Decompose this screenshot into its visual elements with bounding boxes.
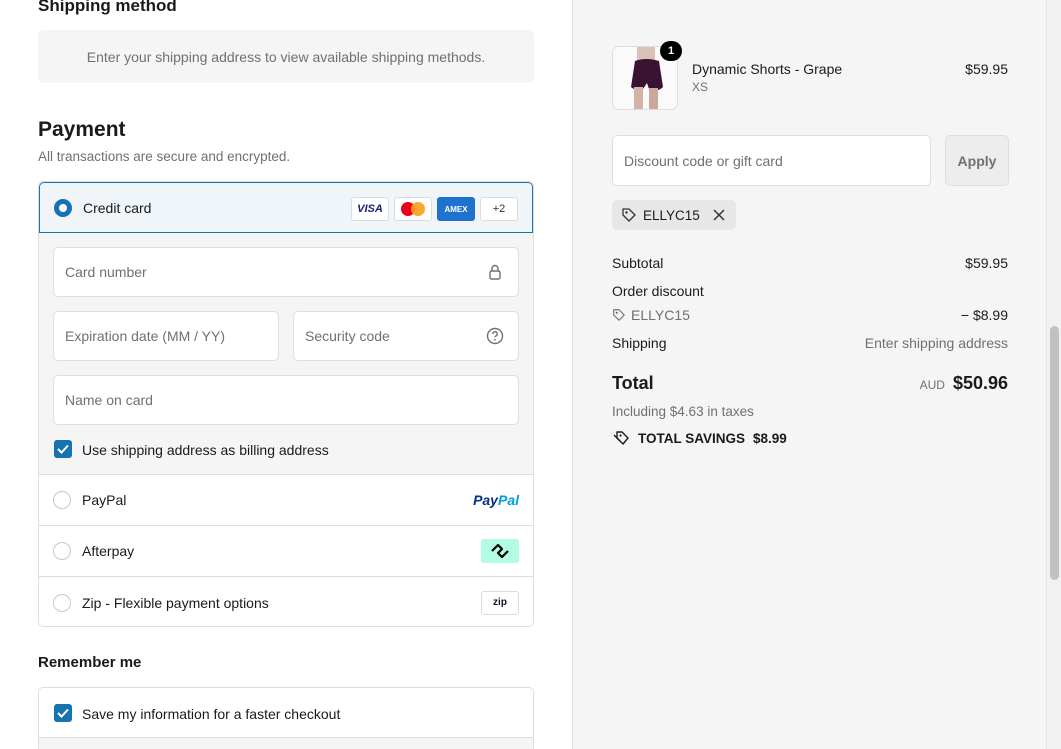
afterpay-logo-icon — [481, 539, 519, 563]
remove-discount-icon[interactable] — [712, 208, 726, 222]
zip-radio[interactable] — [53, 593, 71, 612]
taxes-note: Including $4.63 in taxes — [612, 404, 754, 419]
product-name: Dynamic Shorts - Grape — [692, 61, 843, 77]
billing-address-checkbox[interactable] — [54, 440, 72, 458]
shipping-label: Shipping — [612, 335, 667, 351]
help-icon[interactable] — [486, 327, 504, 345]
scrollbar-thumb[interactable] — [1050, 326, 1059, 580]
lock-icon — [489, 264, 501, 280]
expiration-placeholder: Expiration date (MM / YY) — [65, 328, 226, 344]
tag-icon — [613, 309, 625, 321]
shipping-method-heading: Shipping method — [38, 0, 177, 15]
savings-label: TOTAL SAVINGS — [638, 430, 746, 446]
remember-me-details — [39, 738, 533, 749]
credit-card-option[interactable]: Credit card VISA AMEX +2 — [39, 182, 533, 233]
afterpay-radio[interactable] — [53, 542, 71, 560]
paypal-radio[interactable] — [53, 491, 71, 509]
discount-code-tag: ELLYC15 — [612, 307, 690, 323]
zip-label: Zip - Flexible payment options — [82, 594, 269, 611]
subtotal-value: $59.95 — [965, 255, 1008, 271]
checkmark-icon — [57, 444, 69, 454]
total-label: Total — [612, 373, 654, 393]
zip-option[interactable]: Zip - Flexible payment options zip — [39, 577, 533, 626]
security-code-placeholder: Security code — [305, 328, 390, 344]
remember-me-box: Save my information for a faster checkou… — [38, 687, 534, 749]
afterpay-label: Afterpay — [82, 543, 135, 559]
save-info-checkbox[interactable] — [54, 704, 72, 722]
visa-icon: VISA — [351, 197, 389, 221]
discount-value: − $8.99 — [960, 307, 1008, 323]
total-amount: AUD $50.96 — [920, 373, 1008, 394]
save-info-label: Save my information for a faster checkou… — [82, 706, 341, 722]
paypal-label: PayPal — [82, 492, 127, 508]
afterpay-option[interactable]: Afterpay — [39, 526, 533, 577]
total-savings: TOTAL SAVINGS $8.99 — [612, 430, 787, 446]
shipping-row: Shipping Enter shipping address — [612, 335, 1008, 351]
paypal-logo-part-1: Pay — [473, 492, 498, 508]
order-discount-row: Order discount — [612, 283, 1008, 299]
applied-discount-chip: ELLYC15 — [612, 200, 736, 230]
payment-subtitle: All transactions are secure and encrypte… — [38, 149, 291, 164]
discount-code-input[interactable]: Discount code or gift card — [612, 135, 931, 186]
savings-value: $8.99 — [753, 430, 787, 446]
apply-discount-button[interactable]: Apply — [945, 135, 1009, 186]
paypal-option[interactable]: PayPal PayPal — [39, 475, 533, 526]
card-number-field[interactable]: Card number — [53, 247, 519, 297]
paypal-logo-icon: PayPal — [473, 492, 519, 508]
security-code-field[interactable]: Security code — [293, 311, 519, 361]
savings-tag-icon — [613, 431, 629, 445]
page-scrollbar[interactable] — [1046, 0, 1061, 749]
remember-me-heading: Remember me — [38, 654, 142, 671]
checkout-form-panel: Shipping method Enter your shipping addr… — [0, 0, 572, 749]
billing-address-label: Use shipping address as billing address — [82, 442, 329, 458]
paypal-logo-part-2: Pal — [497, 492, 519, 508]
tag-icon — [622, 208, 636, 222]
product-price: $59.95 — [965, 61, 1008, 77]
credit-card-radio[interactable] — [54, 198, 72, 217]
card-number-placeholder: Card number — [65, 264, 147, 280]
order-discount-label: Order discount — [612, 283, 704, 299]
credit-card-form: Card number Expiration date (MM / YY) Se… — [39, 233, 533, 475]
discount-code-row: ELLYC15 − $8.99 — [612, 307, 1008, 323]
subtotal-label: Subtotal — [612, 255, 664, 271]
payment-methods: Credit card VISA AMEX +2 Card number Exp… — [38, 181, 534, 627]
taxes-row: Including $4.63 in taxes — [612, 404, 1008, 419]
save-info-row[interactable]: Save my information for a faster checkou… — [39, 688, 533, 738]
total-value: $50.96 — [952, 373, 1008, 393]
checkmark-icon — [57, 708, 69, 718]
shipping-value: Enter shipping address — [864, 335, 1008, 351]
amex-icon: AMEX — [437, 197, 475, 221]
applied-discount-code: ELLYC15 — [643, 207, 700, 223]
name-on-card-placeholder: Name on card — [65, 392, 153, 408]
more-cards-badge: +2 — [480, 197, 518, 221]
payment-heading: Payment — [38, 118, 126, 141]
card-brand-logos: VISA AMEX +2 — [351, 197, 518, 221]
credit-card-label: Credit card — [83, 199, 152, 216]
expiration-date-field[interactable]: Expiration date (MM / YY) — [53, 311, 279, 361]
discount-placeholder: Discount code or gift card — [624, 152, 783, 169]
subtotal-row: Subtotal $59.95 — [612, 255, 1008, 271]
total-row: Total AUD $50.96 — [612, 373, 1008, 394]
shipping-method-message: Enter your shipping address to view avai… — [86, 48, 486, 65]
name-on-card-field[interactable]: Name on card — [53, 375, 519, 425]
product-variant: XS — [692, 80, 709, 94]
zip-logo-icon: zip — [481, 590, 519, 615]
currency-code: AUD — [919, 378, 945, 392]
quantity-badge: 1 — [660, 41, 682, 61]
order-summary-panel: 1 Dynamic Shorts - Grape XS $59.95 Disco… — [572, 0, 1046, 749]
mastercard-icon — [394, 197, 432, 221]
shipping-method-notice: Enter your shipping address to view avai… — [38, 30, 534, 83]
discount-code-text: ELLYC15 — [631, 307, 690, 323]
